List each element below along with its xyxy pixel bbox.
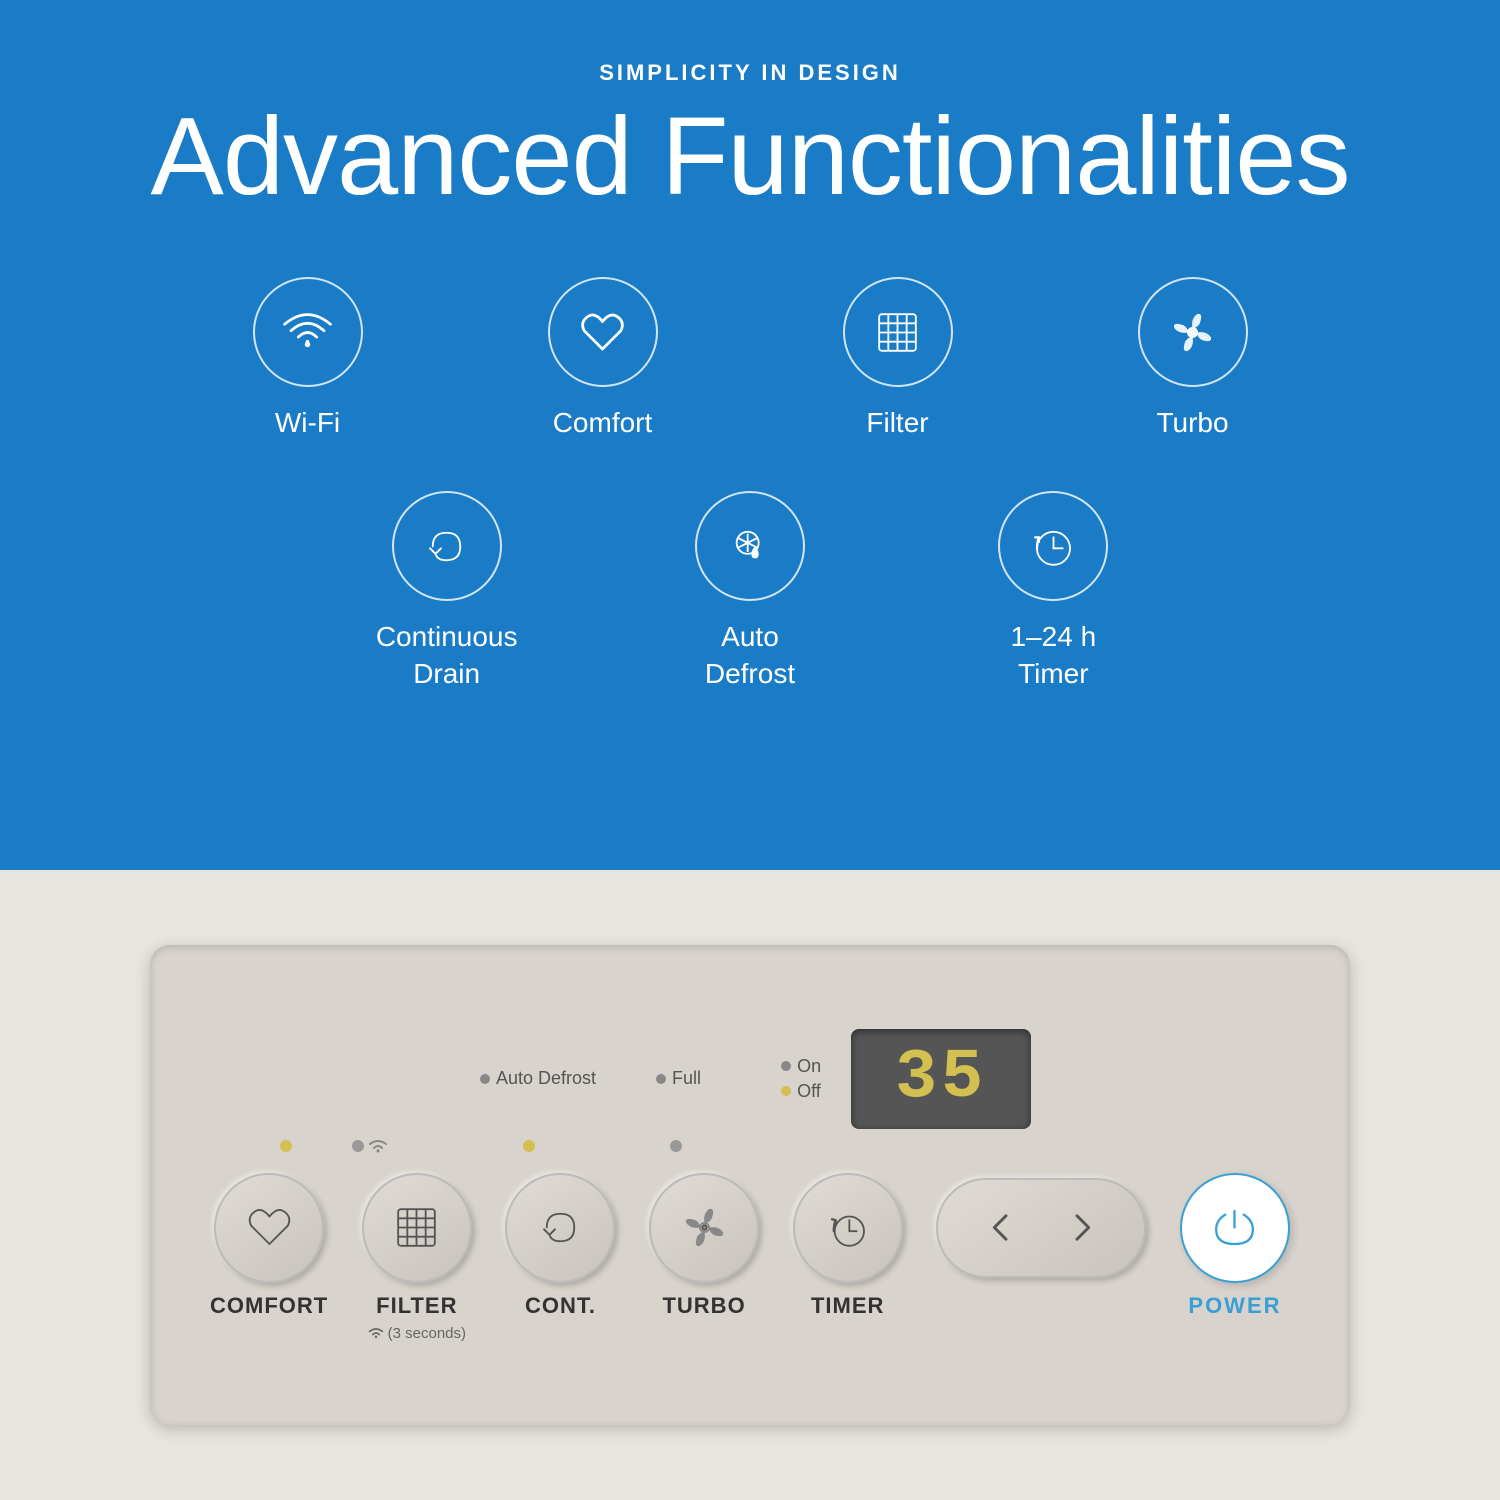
led-cont xyxy=(523,1140,535,1152)
filter-grid-icon xyxy=(870,305,925,360)
wifi-icon-circle xyxy=(253,277,363,387)
timer-icon-circle xyxy=(998,491,1108,601)
feature-timer: 1–24 hTimer xyxy=(942,491,1165,692)
feature-wifi: Wi-Fi xyxy=(200,277,415,441)
timer-label: 1–24 hTimer xyxy=(1011,619,1097,692)
timer-icon xyxy=(1026,519,1081,574)
feature-turbo: Turbo xyxy=(1085,277,1300,441)
led-filter-dot xyxy=(352,1140,364,1152)
wifi-icon xyxy=(280,305,335,360)
timer-button[interactable] xyxy=(793,1173,903,1283)
control-panel: Auto Defrost Full On Off 35 xyxy=(150,945,1350,1425)
led-comfort xyxy=(280,1140,292,1152)
lcd-display: 35 xyxy=(851,1029,1031,1129)
auto-defrost-dot xyxy=(480,1074,490,1084)
top-section: SIMPLICITY IN DESIGN Advanced Functional… xyxy=(0,0,1500,870)
wifi-sec-label: (3 seconds) xyxy=(388,1325,466,1342)
timer-btn-icon xyxy=(820,1200,875,1255)
wifi-sublabel: (3 seconds) xyxy=(368,1325,466,1342)
off-dot xyxy=(781,1086,791,1096)
subtitle: SIMPLICITY IN DESIGN xyxy=(599,60,901,86)
bottom-section: Auto Defrost Full On Off 35 xyxy=(0,870,1500,1500)
filter-icon-circle xyxy=(843,277,953,387)
drain-icon-circle xyxy=(392,491,502,601)
on-off-status: On Off xyxy=(781,1056,821,1102)
power-btn-label: POWER xyxy=(1188,1293,1281,1319)
filter-btn-label: FILTER xyxy=(376,1293,457,1319)
turbo-btn-label: TURBO xyxy=(662,1293,745,1319)
power-button[interactable] xyxy=(1180,1173,1290,1283)
led-row xyxy=(200,1139,1300,1153)
timer-button-group: TIMER xyxy=(793,1173,903,1319)
turbo-button[interactable] xyxy=(649,1173,759,1283)
comfort-icon-circle xyxy=(548,277,658,387)
timer-btn-label: TIMER xyxy=(811,1293,884,1319)
cont-btn-icon xyxy=(533,1200,588,1255)
turbo-button-group: TURBO xyxy=(649,1173,759,1319)
main-title: Advanced Functionalities xyxy=(151,96,1350,217)
on-dot xyxy=(781,1061,791,1071)
auto-defrost-status-label: Auto Defrost xyxy=(496,1068,596,1089)
turbo-label: Turbo xyxy=(1156,405,1228,441)
comfort-btn-icon xyxy=(242,1200,297,1255)
defrost-icon-circle xyxy=(695,491,805,601)
led-turbo xyxy=(670,1140,682,1152)
drain-icon xyxy=(419,519,474,574)
turbo-icon-circle xyxy=(1138,277,1248,387)
filter-btn-icon xyxy=(389,1200,444,1255)
comfort-button[interactable] xyxy=(214,1173,324,1283)
features-row2: ContinuousDrain AutoDefrost xyxy=(335,491,1165,692)
wifi-small-icon xyxy=(368,1139,388,1153)
filter-label: Filter xyxy=(866,405,928,441)
buttons-row: COMFORT FILTER xyxy=(200,1173,1300,1342)
off-label: Off xyxy=(797,1081,821,1102)
feature-auto-defrost: AutoDefrost xyxy=(638,491,861,692)
full-dot xyxy=(656,1074,666,1084)
cont-btn-label: CONT. xyxy=(525,1293,596,1319)
features-row1: Wi-Fi Comfort Filter xyxy=(200,277,1300,441)
filter-button-group: FILTER (3 seconds) xyxy=(362,1173,472,1342)
right-arrow-icon xyxy=(1063,1210,1098,1245)
filter-button[interactable] xyxy=(362,1173,472,1283)
power-button-group: POWER xyxy=(1180,1173,1290,1319)
nav-button-group xyxy=(936,1178,1146,1278)
comfort-label: Comfort xyxy=(553,405,653,441)
defrost-label: AutoDefrost xyxy=(705,619,795,692)
on-label: On xyxy=(797,1056,821,1077)
left-arrow-icon xyxy=(985,1210,1020,1245)
comfort-btn-label: COMFORT xyxy=(210,1293,328,1319)
cont-button[interactable] xyxy=(505,1173,615,1283)
fan-icon xyxy=(1165,305,1220,360)
defrost-icon xyxy=(722,519,777,574)
wifi-label: Wi-Fi xyxy=(275,405,340,441)
feature-comfort: Comfort xyxy=(495,277,710,441)
power-icon xyxy=(1207,1200,1262,1255)
cont-button-group: CONT. xyxy=(505,1173,615,1319)
wifi-sublabel-icon xyxy=(368,1325,384,1341)
feature-continuous-drain: ContinuousDrain xyxy=(335,491,558,692)
turbo-btn-icon xyxy=(677,1200,732,1255)
feature-filter: Filter xyxy=(790,277,1005,441)
full-status-label: Full xyxy=(672,1068,701,1089)
drain-label: ContinuousDrain xyxy=(376,619,518,692)
nav-button[interactable] xyxy=(936,1178,1146,1278)
heart-icon xyxy=(575,305,630,360)
auto-defrost-status: Auto Defrost xyxy=(480,1068,596,1089)
status-indicators-row: Auto Defrost Full On Off 35 xyxy=(200,1029,1300,1129)
comfort-button-group: COMFORT xyxy=(210,1173,328,1319)
full-status: Full xyxy=(656,1068,701,1089)
